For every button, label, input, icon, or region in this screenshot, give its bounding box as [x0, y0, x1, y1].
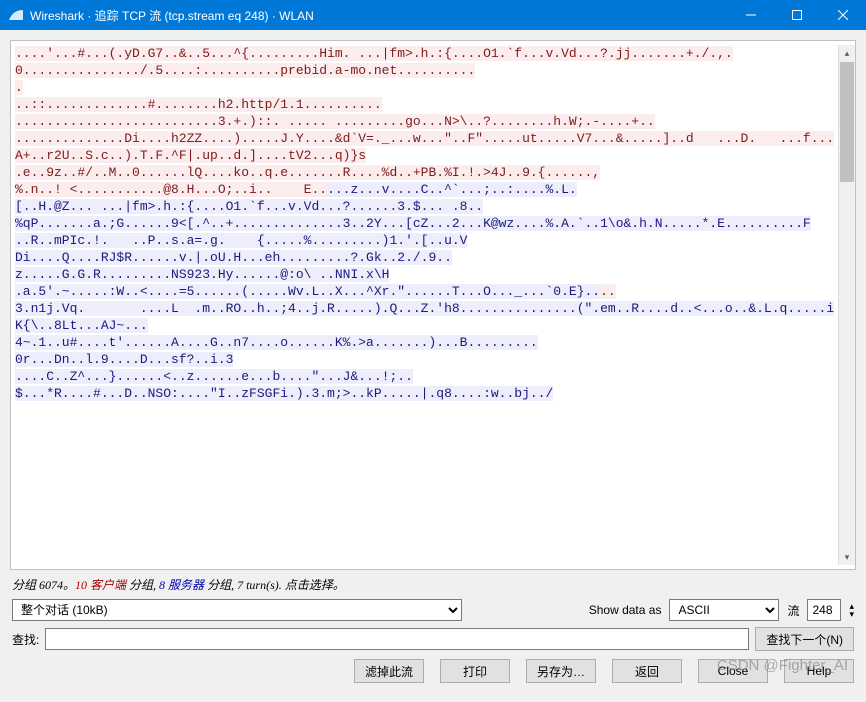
- show-data-as-label: Show data as: [589, 603, 662, 617]
- conversation-select[interactable]: 整个对话 (10kB): [12, 599, 462, 621]
- stats-server: 8 服务器: [159, 578, 204, 592]
- find-label: 查找:: [12, 631, 39, 648]
- client-data-segment[interactable]: ....'...#...(.yD.G7..&..5...^{.........H…: [15, 46, 834, 180]
- stats-client: 10 客户端: [75, 578, 126, 592]
- tcp-stream-text[interactable]: ....'...#...(.yD.G7..&..5...^{.........H…: [15, 45, 838, 565]
- title-bar: Wireshark · 追踪 TCP 流 (tcp.stream eq 248)…: [0, 0, 866, 30]
- vertical-scrollbar[interactable]: ▴ ▾: [838, 45, 855, 565]
- close-button[interactable]: Close: [698, 659, 768, 683]
- stream-stats: 分组 6074。10 客户端 分组, 8 服务器 分组, 7 turn(s). …: [12, 576, 854, 593]
- print-button[interactable]: 打印: [440, 659, 510, 683]
- server-data-segment[interactable]: .a.5'.~.....:W..<....=5......(.....Wv.L.…: [15, 284, 600, 299]
- help-button[interactable]: Help: [784, 659, 854, 683]
- stream-number-input[interactable]: [807, 599, 841, 621]
- window-title: Wireshark · 追踪 TCP 流 (tcp.stream eq 248)…: [30, 7, 728, 24]
- minimize-button[interactable]: [728, 0, 774, 30]
- maximize-button[interactable]: [774, 0, 820, 30]
- server-data-segment[interactable]: [..H.@Z... ...|fm>.h.:{....O1.`f...v.Vd.…: [15, 199, 811, 282]
- stream-spinner-icon[interactable]: ▴▾: [849, 602, 854, 618]
- find-input[interactable]: [45, 628, 749, 650]
- close-window-button[interactable]: [820, 0, 866, 30]
- client-data-segment[interactable]: %.n..! <...........@8.H...O;..i.. E..: [15, 182, 327, 197]
- stats-text: 分组, 7 turn(s). 点击选择。: [204, 578, 345, 592]
- back-button[interactable]: 返回: [612, 659, 682, 683]
- server-data-segment[interactable]: ...z...v....C..^`...;..:....%.L.: [327, 182, 577, 197]
- scroll-thumb[interactable]: [840, 62, 854, 182]
- filter-out-stream-button[interactable]: 滤掉此流: [354, 659, 424, 683]
- server-data-segment[interactable]: 3.n1j.Vq. ....L .m..RO..h..;4..j.R.....)…: [15, 301, 834, 401]
- scroll-up-button[interactable]: ▴: [840, 45, 854, 61]
- stats-text: 分组 6074。: [12, 578, 75, 592]
- stream-content-panel: ....'...#...(.yD.G7..&..5...^{.........H…: [10, 40, 856, 570]
- stats-text: 分组,: [126, 578, 159, 592]
- find-next-button[interactable]: 查找下一个(N): [755, 627, 854, 651]
- stream-label: 流: [787, 602, 799, 619]
- client-data-segment[interactable]: ..: [600, 284, 616, 299]
- options-row: 整个对话 (10kB) Show data as ASCII 流 ▴▾: [12, 599, 854, 621]
- scroll-down-button[interactable]: ▾: [840, 549, 854, 565]
- find-row: 查找: 查找下一个(N): [12, 627, 854, 651]
- encoding-select[interactable]: ASCII: [669, 599, 779, 621]
- action-buttons-row: 滤掉此流 打印 另存为… 返回 Close Help: [12, 659, 854, 683]
- app-icon: [8, 7, 24, 23]
- window-buttons: [728, 0, 866, 30]
- save-as-button[interactable]: 另存为…: [526, 659, 596, 683]
